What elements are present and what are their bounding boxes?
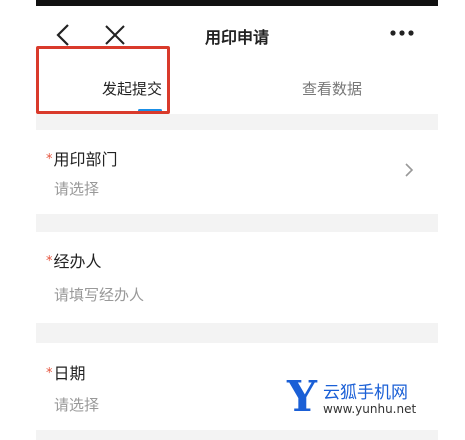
watermark: Y 云狐手机网 www.yunhu.net (287, 372, 452, 422)
field-label-text: 经办人 (53, 252, 102, 271)
field-label-handler: *经办人 (46, 248, 102, 272)
section-divider (36, 323, 438, 343)
section-divider (36, 114, 438, 130)
watermark-logo: Y (287, 372, 317, 421)
section-divider (36, 430, 438, 440)
field-label-department: *用印部门 (46, 146, 118, 170)
required-mark: * (46, 366, 53, 381)
date-select[interactable]: 请选择 (54, 394, 99, 415)
field-label-date: *日期 (46, 360, 86, 384)
section-divider (36, 214, 438, 232)
chevron-right-icon[interactable] (404, 162, 414, 178)
watermark-brand: 云狐手机网 (323, 383, 408, 403)
handler-input[interactable]: 请填写经办人 (54, 284, 144, 305)
tab-view-data[interactable]: 查看数据 (302, 78, 362, 99)
field-label-text: 日期 (53, 364, 86, 383)
highlight-annotation (36, 46, 170, 114)
field-label-text: 用印部门 (53, 150, 118, 169)
required-mark: * (46, 152, 53, 167)
department-select[interactable]: 请选择 (54, 178, 99, 199)
required-mark: * (46, 254, 53, 269)
page-title: 用印申请 (204, 28, 269, 47)
watermark-url: www.yunhu.net (323, 402, 417, 416)
more-horizontal-icon[interactable] (388, 28, 416, 38)
